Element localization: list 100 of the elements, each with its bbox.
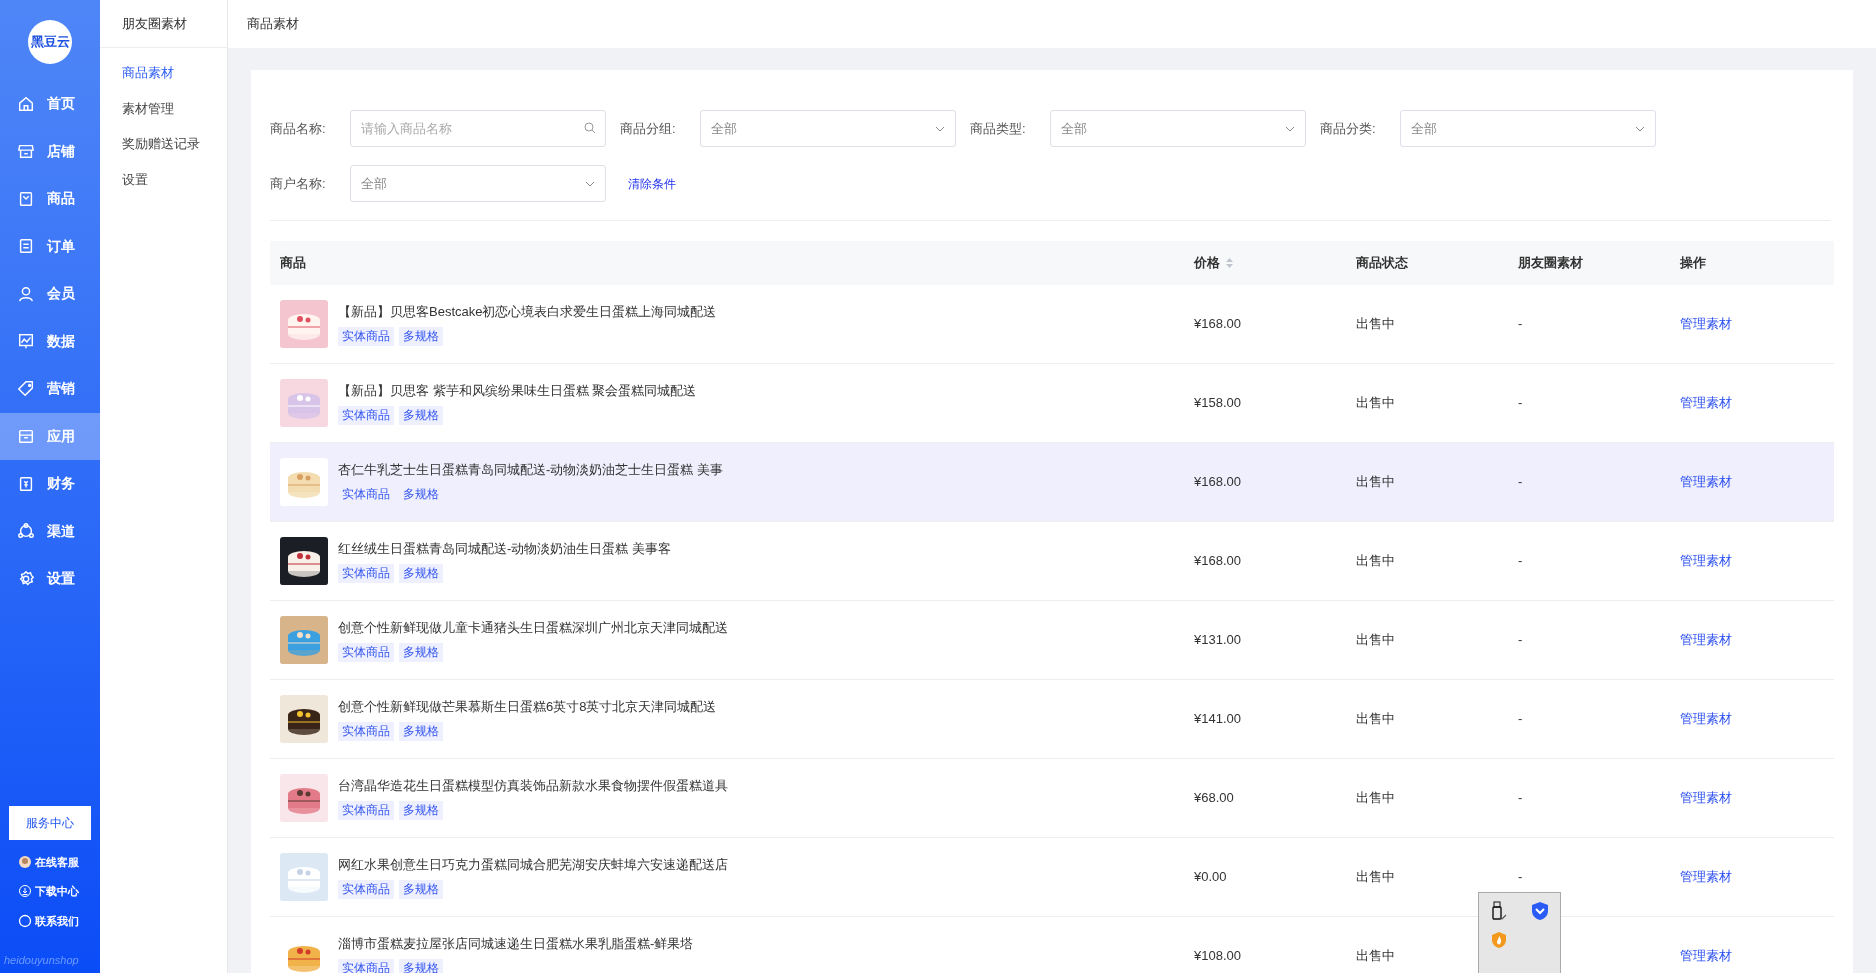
column-header: 商品 — [280, 254, 306, 273]
select-field[interactable]: 全部 — [1050, 110, 1306, 147]
subnav-item[interactable]: 商品素材 — [122, 63, 227, 83]
status-cell: 出售中 — [1356, 474, 1395, 490]
nav-item[interactable]: 营销 — [0, 365, 100, 413]
nav-item[interactable]: 会员 — [0, 270, 100, 318]
shield-icon[interactable] — [1530, 901, 1549, 921]
manage-material-link[interactable]: 管理素材 — [1680, 869, 1732, 885]
tag-icon — [17, 379, 35, 398]
material-cell: - — [1518, 316, 1523, 332]
shop-icon — [17, 142, 35, 161]
filter-label: 商品类型: — [970, 119, 1027, 138]
sidebar-link[interactable]: 在线客服 — [18, 853, 100, 870]
material-cell: - — [1518, 632, 1523, 648]
search-icon — [584, 122, 596, 134]
product-tag: 实体商品 — [338, 879, 394, 899]
subnav-item[interactable]: 奖励赠送记录 — [122, 134, 227, 154]
product-name: 创意个性新鲜现做儿童卡通猪头生日蛋糕深圳广州北京天津同城配送 — [338, 619, 728, 638]
nav-item[interactable]: 首页 — [0, 80, 100, 128]
brand-text: heidouyunshop — [4, 954, 79, 966]
product-tag: 实体商品 — [338, 563, 394, 583]
status-cell: 出售中 — [1356, 711, 1395, 727]
filter-label: 商品名称: — [270, 119, 327, 138]
product-tag: 实体商品 — [338, 405, 394, 425]
manage-material-link[interactable]: 管理素材 — [1680, 474, 1732, 490]
product-name: 【新品】贝思客Bestcake初恋心境表白求爱生日蛋糕上海同城配送 — [338, 303, 717, 322]
product-tag: 多规格 — [399, 800, 443, 820]
search-field[interactable]: 请输入商品名称 — [350, 110, 606, 147]
subnav-item[interactable]: 素材管理 — [122, 98, 227, 118]
product-tag: 实体商品 — [338, 800, 394, 820]
user-icon — [17, 284, 35, 303]
avatar-icon — [18, 854, 32, 869]
table-row[interactable]: 杏仁牛乳芝士生日蛋糕青岛同城配送-动物淡奶油芝士生日蛋糕 美事 实体商品 多规格 ¥168.00 出售中 - 管理素材 — [270, 443, 1834, 522]
price-cell: ¥168.00 — [1194, 316, 1241, 332]
price-cell: ¥168.00 — [1194, 553, 1241, 569]
product-tag: 多规格 — [399, 405, 443, 425]
product-name: 网红水果创意生日巧克力蛋糕同城合肥芜湖安庆蚌埠六安速递配送店 — [338, 856, 728, 875]
nav-item[interactable]: 店铺 — [0, 127, 100, 175]
status-cell: 出售中 — [1356, 553, 1395, 569]
nav-item[interactable]: 商品 — [0, 175, 100, 223]
product-tag: 实体商品 — [338, 958, 394, 973]
status-cell: 出售中 — [1356, 632, 1395, 648]
manage-material-link[interactable]: 管理素材 — [1680, 316, 1732, 332]
bag-icon — [17, 189, 35, 208]
logo: 黑豆云 — [28, 20, 72, 64]
product-tag: 多规格 — [399, 879, 443, 899]
manage-material-link[interactable]: 管理素材 — [1680, 948, 1732, 964]
sidebar-link[interactable]: 联系我们 — [18, 912, 100, 929]
column-header: 朋友圈素材 — [1518, 254, 1583, 273]
usb-drive-icon[interactable] — [1491, 901, 1508, 921]
price-cell: ¥108.00 — [1194, 948, 1241, 964]
nav-item[interactable]: 财务 — [0, 460, 100, 508]
column-header: 商品状态 — [1356, 254, 1408, 273]
status-cell: 出售中 — [1356, 948, 1395, 964]
material-cell: - — [1518, 790, 1523, 806]
material-cell: - — [1518, 395, 1523, 411]
select-field[interactable]: 全部 — [350, 165, 606, 202]
manage-material-link[interactable]: 管理素材 — [1680, 553, 1732, 569]
nav-item[interactable]: 数据 — [0, 317, 100, 365]
sidebar-link[interactable]: 下载中心 — [18, 883, 100, 900]
manage-material-link[interactable]: 管理素材 — [1680, 395, 1732, 411]
product-tag: 多规格 — [399, 563, 443, 583]
subnav-item[interactable]: 设置 — [122, 169, 227, 189]
product-tag: 多规格 — [399, 721, 443, 741]
product-tag: 多规格 — [399, 642, 443, 662]
manage-material-link[interactable]: 管理素材 — [1680, 711, 1732, 727]
status-cell: 出售中 — [1356, 790, 1395, 806]
manage-material-link[interactable]: 管理素材 — [1680, 632, 1732, 648]
product-name: 创意个性新鲜现做芒果慕斯生日蛋糕6英寸8英寸北京天津同城配送 — [338, 698, 717, 717]
clear-filters-link[interactable]: 清除条件 — [628, 174, 676, 193]
product-name: 杏仁牛乳芝士生日蛋糕青岛同城配送-动物淡奶油芝士生日蛋糕 美事 — [338, 461, 723, 480]
filter-label: 商品分组: — [620, 119, 677, 138]
manage-material-link[interactable]: 管理素材 — [1680, 790, 1732, 806]
select-field[interactable]: 全部 — [1400, 110, 1656, 147]
nav-item[interactable]: 订单 — [0, 222, 100, 270]
product-tag: 实体商品 — [338, 326, 394, 346]
price-cell: ¥0.00 — [1194, 869, 1227, 885]
status-cell: 出售中 — [1356, 869, 1395, 885]
chevron-down-icon — [935, 125, 945, 132]
product-name: 红丝绒生日蛋糕青岛同城配送-动物淡奶油生日蛋糕 美事客 — [338, 540, 671, 559]
product-tag: 实体商品 — [338, 721, 394, 741]
product-name: 【新品】贝思客 紫芋和风缤纷果味生日蛋糕 聚会蛋糕同城配送 — [338, 382, 697, 401]
product-name: 淄博市蛋糕麦拉屋张店同城速递生日蛋糕水果乳脂蛋糕-鲜果塔 — [338, 935, 694, 954]
product-name: 台湾晶华造花生日蛋糕模型仿真装饰品新款水果食物摆件假蛋糕道具 — [338, 777, 728, 796]
settings-icon — [17, 569, 35, 588]
document-icon — [17, 237, 35, 256]
status-cell: 出售中 — [1356, 395, 1395, 411]
product-tag: 多规格 — [399, 958, 443, 973]
service-center-button[interactable]: 服务中心 — [9, 805, 91, 840]
nav-item[interactable]: 渠道 — [0, 507, 100, 555]
select-field[interactable]: 全部 — [700, 110, 956, 147]
chevron-down-icon — [1285, 125, 1295, 132]
material-cell: - — [1518, 869, 1523, 885]
material-cell: - — [1518, 711, 1523, 727]
price-cell: ¥68.00 — [1194, 790, 1234, 806]
chevron-down-icon — [1635, 125, 1645, 132]
receipt-icon — [17, 474, 35, 493]
chart-icon — [17, 332, 35, 351]
filter-label: 商户名称: — [270, 174, 327, 193]
nav-item[interactable]: 设置 — [0, 555, 100, 603]
